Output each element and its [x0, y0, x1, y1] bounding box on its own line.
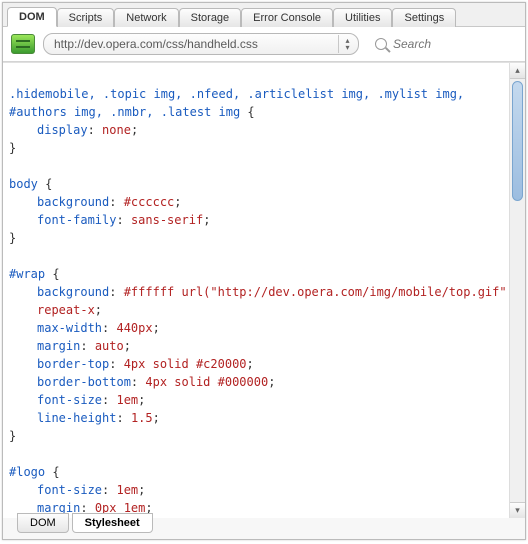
bottom-tab-dom[interactable]: DOM: [17, 513, 69, 533]
top-tab-network[interactable]: Network: [114, 8, 178, 27]
code-area: .hidemobile, .topic img, .nfeed, .articl…: [3, 62, 525, 518]
scroll-thumb[interactable]: [512, 81, 523, 201]
toolbar: http://dev.opera.com/css/handheld.css ▴ …: [3, 27, 525, 62]
url-text: http://dev.opera.com/css/handheld.css: [54, 37, 338, 51]
css-source[interactable]: .hidemobile, .topic img, .nfeed, .articl…: [9, 67, 507, 514]
url-selector[interactable]: http://dev.opera.com/css/handheld.css ▴ …: [43, 33, 359, 55]
search-icon: [375, 38, 387, 50]
top-tab-utilities[interactable]: Utilities: [333, 8, 392, 27]
search-input[interactable]: [393, 37, 503, 51]
bottom-tab-bar: DOM Stylesheet: [17, 513, 153, 533]
top-tab-dom[interactable]: DOM: [7, 7, 57, 27]
top-tab-storage[interactable]: Storage: [179, 8, 242, 27]
search-box: [367, 33, 517, 55]
top-tab-settings[interactable]: Settings: [392, 8, 456, 27]
resource-icon: [11, 34, 35, 54]
scroll-up-button[interactable]: ▴: [510, 63, 525, 79]
chevron-down-icon: ▾: [345, 44, 349, 51]
bottom-tab-stylesheet[interactable]: Stylesheet: [72, 513, 153, 533]
top-tab-error-console[interactable]: Error Console: [241, 8, 333, 27]
vertical-scrollbar[interactable]: ▴ ▾: [509, 63, 525, 518]
devtools-window: DOM Scripts Network Storage Error Consol…: [2, 2, 526, 540]
top-tab-bar: DOM Scripts Network Storage Error Consol…: [3, 3, 525, 27]
url-stepper[interactable]: ▴ ▾: [338, 35, 356, 53]
scroll-down-button[interactable]: ▾: [510, 502, 525, 518]
top-tab-scripts[interactable]: Scripts: [57, 8, 115, 27]
